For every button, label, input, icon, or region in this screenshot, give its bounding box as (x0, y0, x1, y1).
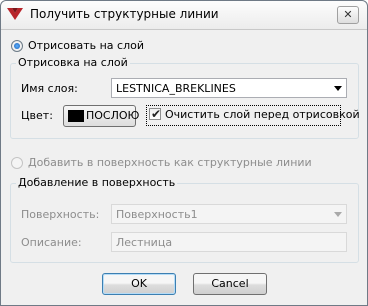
app-icon (7, 8, 23, 20)
close-button[interactable]: ✕ (337, 6, 359, 24)
layer-name-label: Имя слоя: (21, 82, 78, 95)
color-button[interactable]: ПОСЛОЮ (63, 105, 140, 127)
layer-name-combo[interactable]: LESTNICA_BREKLINES (111, 78, 347, 98)
add-to-surface-label[interactable]: Добавить в поверхность как структурные л… (28, 156, 312, 169)
chevron-down-icon (334, 86, 342, 91)
surface-label: Поверхность: (21, 208, 100, 221)
clear-layer-label[interactable]: Очистить слой перед отрисовкой (165, 108, 360, 121)
add-to-surface-radio[interactable] (11, 157, 23, 169)
surface-value: Поверхность1 (116, 208, 198, 221)
surface-group-title: Добавление в поверхность (16, 176, 178, 189)
dialog-window: Получить структурные линии ✕ Отрисовать … (0, 0, 368, 306)
layer-group: Отрисовка на слой (10, 56, 359, 139)
surface-combo[interactable]: Поверхность1 (111, 204, 347, 224)
title-bar: Получить структурные линии ✕ (1, 1, 367, 30)
checkmark-icon: ✔ (151, 107, 162, 121)
color-label: Цвет: (21, 109, 53, 122)
window-title: Получить структурные линии (30, 7, 219, 21)
draw-to-layer-label[interactable]: Отрисовать на слой (28, 39, 144, 52)
color-swatch (68, 110, 84, 122)
description-value: Лестница (116, 236, 173, 249)
chevron-down-icon (334, 212, 342, 217)
cancel-button[interactable]: Cancel (193, 273, 267, 295)
description-field[interactable]: Лестница (111, 232, 347, 252)
layer-group-title: Отрисовка на слой (16, 56, 130, 69)
layer-name-value: LESTNICA_BREKLINES (116, 82, 236, 95)
close-icon: ✕ (343, 8, 353, 21)
color-value: ПОСЛОЮ (86, 109, 140, 122)
description-label: Описание: (21, 236, 82, 249)
draw-to-layer-radio[interactable] (11, 40, 23, 52)
ok-button[interactable]: OK (102, 273, 176, 295)
clear-layer-checkbox[interactable]: ✔ (149, 107, 162, 121)
